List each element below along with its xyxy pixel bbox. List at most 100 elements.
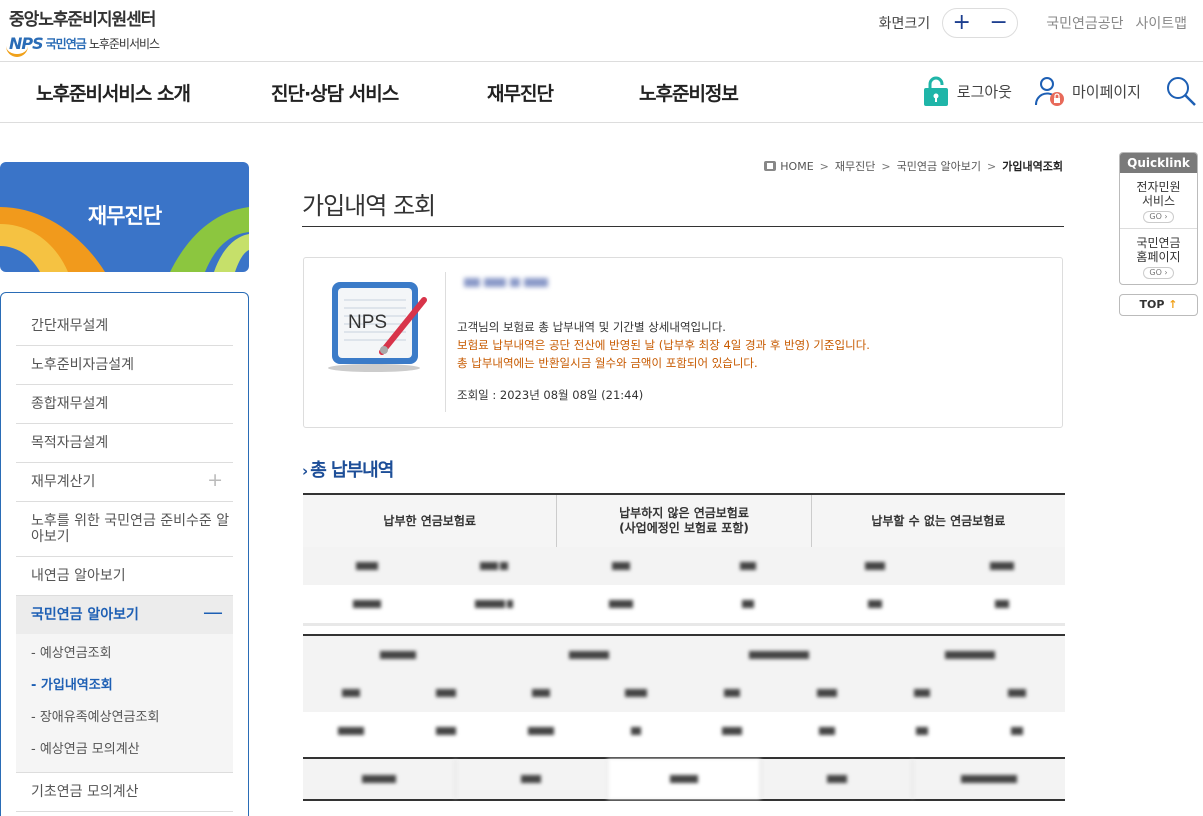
lnb-sub-disability[interactable]: - 장애유족예상연금조회 [16,702,233,734]
table-cell-redacted [779,674,874,712]
table-cell-redacted [811,585,938,623]
table-header: 납부할 수 없는 연금보험료 [810,495,1065,547]
table-cell-redacted [494,712,589,750]
lnb-item-retire-fund[interactable]: 노후준비자금설계 [16,346,233,385]
go-label: GO [1149,212,1162,221]
info-line-3: 총 납부내역에는 반환일시금 월수와 금액이 포함되어 있습니다. [457,356,758,370]
lnb-item-nps-info[interactable]: 국민연금 알아보기 — [16,596,233,634]
breadcrumb-home[interactable]: HOME [780,160,813,173]
left-nav: 간단재무설계 노후준비자금설계 종합재무설계 목적자금설계 재무계산기 + 노후… [0,292,249,816]
table-cell-redacted [557,585,684,623]
link-nps[interactable]: 국민연금공단 [1046,13,1123,33]
breadcrumb-sep: > [881,159,891,173]
lnb-item-total-plan[interactable]: 종합재무설계 [16,385,233,424]
table-cell-redacted [912,759,1065,799]
table-header-row-redacted [303,636,1065,674]
table-cell-redacted [970,674,1065,712]
lock-icon [923,76,948,106]
lookup-date: 조회일 : 2023년 08월 08일 (21:44) [457,388,644,402]
table-cell-redacted [430,547,557,585]
title-divider [302,226,1064,227]
breadcrumb-nps[interactable]: 국민연금 알아보기 [897,158,981,174]
row-divider [303,623,1065,626]
lnb-item-calculator[interactable]: 재무계산기 + [16,463,233,502]
payment-detail-table [303,634,1065,750]
table-row [303,585,1065,623]
table-row [303,759,1065,799]
top-button[interactable]: TOP ↑ [1119,294,1198,316]
table-cell-redacted [970,712,1065,750]
lnb-submenu: - 예상연금조회 - 가입내역조회 - 장애유족예상연금조회 - 예상연금 모의… [16,634,233,773]
lnb-item-purpose-fund[interactable]: 목적자금설계 [16,424,233,463]
quicklink-nps-home[interactable]: 국민연금 홈페이지 GO › [1120,228,1197,284]
logo-sub-org: 국민연금 [45,37,87,51]
gnb-item-info[interactable]: 노후준비정보 [639,79,739,106]
lnb-sub-expected[interactable]: - 예상연금조회 [16,638,233,670]
page-title: 가입내역 조회 [302,192,436,220]
table-cell-redacted [303,759,455,799]
lnb-item-pension-level[interactable]: 노후를 위한 국민연금 준비수준 알아보기 [16,502,233,557]
table-cell-redacted [607,759,760,799]
logout-button[interactable]: 로그아웃 [923,75,1012,107]
arrow-up-icon: ↑ [1168,298,1178,311]
mypage-button[interactable]: 마이페이지 [1034,75,1141,107]
lnb-sub-history[interactable]: - 가입내역조회 [16,670,233,702]
lnb-title-banner: 재무진단 [0,162,249,272]
search-icon[interactable] [1165,75,1197,107]
table-cell-redacted [875,636,1066,674]
lnb-sub-mock[interactable]: - 예상연금 모의계산 [16,734,233,766]
utility-links: 화면크기 + − 국민연금공단 사이트맵 [879,8,1187,38]
section-title: › 총 납부내역 [302,456,394,482]
breadcrumb-finance[interactable]: 재무진단 [835,158,875,174]
quicklink-label: 전자민원 서비스 [1136,180,1181,208]
quicklink-title: Quicklink [1120,153,1197,173]
gnb-item-intro[interactable]: 노후준비서비스 소개 [36,79,191,106]
table-header-row: 납부한 연금보험료 납부하지 않은 연금보험료 (사업에정인 보험료 포함) 납… [303,495,1065,547]
table-cell-redacted [875,712,970,750]
nps-document-icon: NPS [328,282,427,372]
info-line-1: 고객님의 보험료 총 납부내역 및 기간별 상세내역입니다. [457,320,726,334]
zoom-label: 화면크기 [878,16,931,32]
collapse-icon[interactable]: — [203,602,223,622]
go-button[interactable]: GO › [1143,267,1174,279]
go-button[interactable]: GO › [1143,211,1174,223]
breadcrumb-sep: > [819,159,829,173]
table-cell-redacted [430,585,557,623]
quicklink-label: 국민연금 홈페이지 [1136,236,1181,264]
table-cell-redacted [589,674,684,712]
expand-icon[interactable]: + [207,471,223,490]
breadcrumb-sep: > [987,159,997,173]
table-cell-redacted [398,674,493,712]
table-cell-redacted [779,712,874,750]
zoom-control: + − [942,8,1019,38]
table-cell-redacted [875,674,970,712]
info-text: 고객님의 보험료 총 납부내역 및 기간별 상세내역입니다. 보험료 납부내역은… [457,318,870,372]
home-icon [764,161,777,171]
lnb-item-my-pension[interactable]: 내연금 알아보기 [16,557,233,596]
table-row [303,712,1065,750]
table-cell-redacted [684,636,875,674]
lnb-item-basic-pension[interactable]: 기초연금 모의계산 [16,773,233,812]
table-header: 납부한 연금보험료 [383,513,476,528]
breadcrumb: HOME > 재무진단 > 국민연금 알아보기 > 가입내역조회 [764,158,1063,174]
site-logo[interactable]: 중앙노후준비지원센터 NPS 국민연금 노후준비서비스 [6,5,160,57]
info-divider [445,272,446,412]
link-sitemap[interactable]: 사이트맵 [1135,13,1187,33]
top-header: 중앙노후준비지원센터 NPS 국민연금 노후준비서비스 화면크기 + − 국민연… [0,0,1203,62]
table-cell-redacted [303,636,494,674]
lnb-item-simple-plan[interactable]: 간단재무설계 [16,307,233,346]
quicklink-e-civil[interactable]: 전자민원 서비스 GO › [1120,173,1197,228]
table-cell-redacted [303,547,430,585]
section-title-text: 총 납부내역 [310,460,394,481]
lnb-item-label: 재무계산기 [31,474,96,490]
logo-title: 중앙노후준비지원센터 [9,10,156,30]
table-cell-redacted [684,547,811,585]
gnb-item-finance[interactable]: 재무진단 [487,79,554,106]
lnb-title: 재무진단 [87,204,162,228]
zoom-in-button[interactable]: + [952,12,970,34]
zoom-out-button[interactable]: − [989,12,1007,34]
gnb-item-consult[interactable]: 진단·상담 서비스 [271,79,399,106]
chevron-right-icon: › [302,462,308,480]
table-cell-redacted [303,712,398,750]
info-box: NPS 고객님의 보험료 총 납부내역 및 기간별 상세내역입니다. 보험료 납… [303,257,1063,428]
